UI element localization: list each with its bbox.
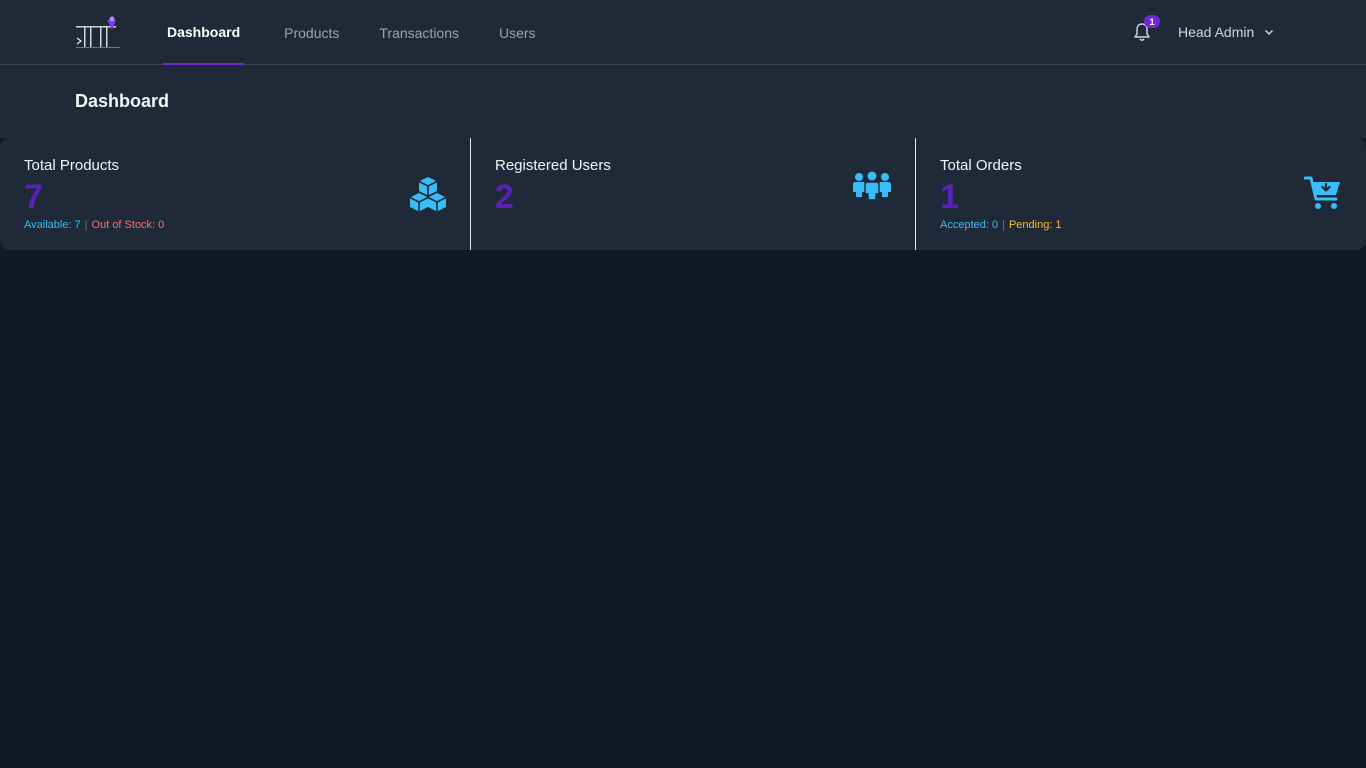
registered-users-card: Registered Users 2 — [471, 138, 916, 250]
available-count: Available: 7 — [24, 219, 81, 231]
card-label: Total Products — [24, 157, 120, 174]
card-value: 2 — [495, 178, 514, 216]
out-of-stock-count: Out of Stock: 0 — [91, 219, 165, 231]
tab-dashboard[interactable]: Dashboard — [163, 0, 245, 65]
page-header: Dashboard — [0, 65, 1366, 138]
separator: | — [1002, 219, 1005, 231]
pending-count: Pending: 1 — [1008, 219, 1062, 231]
separator: | — [84, 219, 88, 231]
user-menu[interactable]: Head Admin — [1178, 22, 1274, 42]
card-subtext: Accepted: 0 | Pending: 1 — [940, 219, 1062, 231]
total-products-card: Total Products 7 Available: 7 | Out of Sto… — [0, 138, 471, 250]
cubes-icon — [409, 177, 447, 212]
card-subtext: Available: 7 | Out of Stock: 0 — [24, 219, 164, 231]
card-label: Registered Users — [495, 157, 611, 174]
card-label: Total Orders — [940, 157, 1022, 174]
accepted-count: Accepted: 0 — [940, 219, 999, 231]
page-title: Dashboard — [75, 91, 170, 111]
logo-icon[interactable] — [74, 14, 124, 50]
stats-panel: Total Products 7 Available: 7 | Out of Sto… — [0, 138, 1366, 250]
main-nav: Dashboard Products Transactions Users — [163, 0, 572, 65]
users-group-icon — [853, 171, 891, 201]
card-value: 7 — [24, 178, 43, 216]
chevron-down-icon — [1265, 29, 1274, 36]
tab-products[interactable]: Products — [280, 0, 359, 65]
card-value: 1 — [940, 178, 959, 216]
user-name: Head Admin — [1178, 24, 1255, 40]
top-navbar: Dashboard Products Transactions Users 1 … — [0, 0, 1366, 65]
cart-download-icon — [1304, 176, 1340, 209]
notification-badge: 1 — [1144, 15, 1160, 28]
tab-transactions[interactable]: Transactions — [375, 0, 479, 65]
tab-users[interactable]: Users — [495, 0, 556, 65]
total-orders-card: Total Orders 1 Accepted: 0 | Pending: 1 — [916, 138, 1366, 250]
